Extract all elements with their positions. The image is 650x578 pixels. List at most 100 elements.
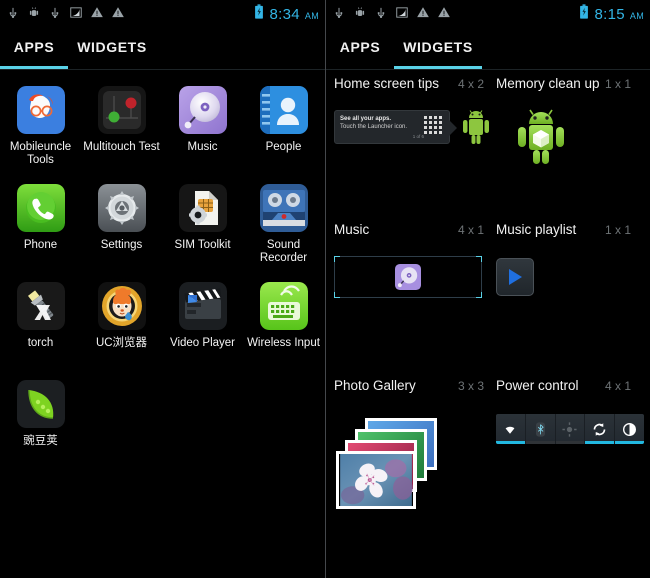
widget-header: Music 4 x 1 bbox=[334, 222, 496, 248]
music-icon bbox=[395, 264, 421, 290]
tab-apps[interactable]: APPS bbox=[326, 25, 394, 69]
android-debug-icon bbox=[355, 7, 365, 16]
status-ampm: AM bbox=[629, 10, 644, 21]
warning-icon bbox=[417, 7, 429, 18]
battery-charging-icon bbox=[580, 3, 589, 19]
app-label: UC浏览器 bbox=[95, 337, 148, 349]
widgets-grid: Home screen tips 4 x 2 See all your apps… bbox=[326, 70, 650, 534]
widget-title: Music bbox=[334, 222, 370, 237]
widget-preview bbox=[496, 414, 644, 534]
sound-recorder-icon bbox=[259, 184, 308, 232]
app-item[interactable]: Music bbox=[162, 82, 243, 180]
frame-corner bbox=[334, 256, 340, 262]
play-button[interactable] bbox=[496, 258, 534, 296]
tab-apps-label: APPS bbox=[13, 39, 55, 55]
widget-title: Memory clean up bbox=[496, 76, 600, 91]
widget-size: 3 x 3 bbox=[457, 379, 484, 393]
status-right-left: 8:34 AM bbox=[254, 3, 319, 23]
app-item[interactable]: UC浏览器 bbox=[81, 278, 162, 376]
warning-icon bbox=[91, 7, 103, 18]
app-item[interactable]: Phone bbox=[0, 180, 81, 278]
widget-music[interactable]: Music 4 x 1 bbox=[326, 222, 496, 378]
widget-size: 4 x 2 bbox=[457, 77, 484, 91]
memory-clean-android-icon bbox=[518, 109, 564, 164]
tab-widgets[interactable]: WIDGETS bbox=[394, 25, 482, 69]
settings-icon bbox=[97, 184, 146, 232]
music-icon bbox=[178, 86, 227, 134]
multitouch-test-icon bbox=[97, 86, 146, 134]
tab-widgets[interactable]: WIDGETS bbox=[68, 25, 156, 69]
widget-photo-gallery[interactable]: Photo Gallery 3 x 3 bbox=[326, 378, 496, 534]
tip-bubble: See all your apps. Touch the Launcher ic… bbox=[334, 110, 457, 144]
toggle-wifi[interactable] bbox=[496, 414, 526, 444]
frame-corner bbox=[476, 292, 482, 298]
widget-header: Power control 4 x 1 bbox=[496, 378, 643, 404]
frame-corner bbox=[334, 292, 340, 298]
android-robot-icon bbox=[463, 110, 489, 144]
usb-icon bbox=[9, 7, 17, 19]
widget-title: Home screen tips bbox=[334, 76, 440, 91]
tip-line-1: See all your apps. bbox=[340, 116, 392, 122]
status-bar-left: 8:34 AM bbox=[0, 0, 325, 25]
widget-row: Music 4 x 1 Music playlist 1 x 1 bbox=[326, 222, 650, 378]
usb-icon bbox=[51, 7, 59, 19]
app-item[interactable]: Sound Recorder bbox=[243, 180, 324, 278]
app-label: Wireless Input bbox=[247, 337, 320, 349]
app-item[interactable]: 豌豆荚 bbox=[0, 376, 81, 474]
usb-icon bbox=[377, 7, 385, 19]
toggle-sync[interactable] bbox=[585, 414, 616, 444]
widget-row: Photo Gallery 3 x 3 Power control 4 x 1 bbox=[326, 378, 650, 534]
signal-icon bbox=[70, 7, 82, 18]
app-item[interactable]: SIM Toolkit bbox=[162, 180, 243, 278]
app-label: People bbox=[265, 141, 302, 153]
widget-size: 4 x 1 bbox=[604, 379, 631, 393]
tab-apps[interactable]: APPS bbox=[0, 25, 68, 69]
active-tab-indicator bbox=[394, 66, 482, 69]
mobileuncle-tools-icon bbox=[16, 86, 65, 134]
toggle-state-bar bbox=[555, 441, 585, 444]
widget-title: Music playlist bbox=[496, 222, 577, 237]
status-clock: 8:34 bbox=[269, 5, 300, 23]
app-item[interactable]: Multitouch Test bbox=[81, 82, 162, 180]
wireless-input-icon bbox=[259, 282, 308, 330]
app-label: Music bbox=[187, 141, 218, 153]
app-item[interactable]: Video Player bbox=[162, 278, 243, 376]
app-item[interactable]: Wireless Input bbox=[243, 278, 324, 376]
toggle-brightness[interactable] bbox=[615, 414, 644, 444]
toggle-gps[interactable] bbox=[555, 414, 586, 444]
brightness-icon bbox=[623, 422, 637, 436]
widget-home-screen-tips[interactable]: Home screen tips 4 x 2 See all your apps… bbox=[326, 76, 496, 222]
wifi-icon bbox=[505, 426, 515, 434]
android-debug-icon bbox=[29, 7, 39, 16]
active-tab-indicator bbox=[0, 66, 68, 69]
toggle-state-bar bbox=[525, 441, 555, 444]
app-label: Sound Recorder bbox=[259, 239, 308, 264]
widget-power-control[interactable]: Power control 4 x 1 bbox=[496, 378, 644, 534]
widget-music-playlist[interactable]: Music playlist 1 x 1 bbox=[496, 222, 643, 378]
bluetooth-icon bbox=[535, 421, 545, 437]
app-item[interactable]: torch bbox=[0, 278, 81, 376]
app-item[interactable]: Mobileuncle Tools bbox=[0, 82, 81, 180]
tip-counter: 1 of 6 bbox=[412, 134, 424, 139]
status-bar-right: 8:15 AM bbox=[326, 0, 650, 25]
widget-memory-clean-up[interactable]: Memory clean up 1 x 1 bbox=[496, 76, 643, 222]
widget-header: Photo Gallery 3 x 3 bbox=[334, 378, 496, 404]
widget-preview bbox=[334, 410, 496, 530]
status-clock: 8:15 bbox=[594, 5, 625, 23]
toggle-bluetooth[interactable] bbox=[525, 414, 556, 444]
uc-browser-icon bbox=[97, 282, 146, 330]
tip-line-2: Touch the Launcher icon. bbox=[340, 124, 408, 130]
music-widget-frame bbox=[334, 256, 482, 298]
widget-title: Power control bbox=[496, 378, 579, 393]
widget-size: 1 x 1 bbox=[604, 223, 631, 237]
widget-header: Memory clean up 1 x 1 bbox=[496, 76, 643, 102]
wandoujia-icon bbox=[16, 380, 65, 428]
app-item[interactable]: Settings bbox=[81, 180, 162, 278]
status-icons-left bbox=[6, 5, 125, 20]
launcher-grid-icon bbox=[424, 116, 444, 143]
app-item[interactable]: People bbox=[243, 82, 324, 180]
battery-charging-icon bbox=[255, 3, 264, 19]
signal-icon bbox=[396, 7, 408, 18]
widget-size: 1 x 1 bbox=[604, 77, 631, 91]
power-control-bar bbox=[496, 414, 644, 444]
